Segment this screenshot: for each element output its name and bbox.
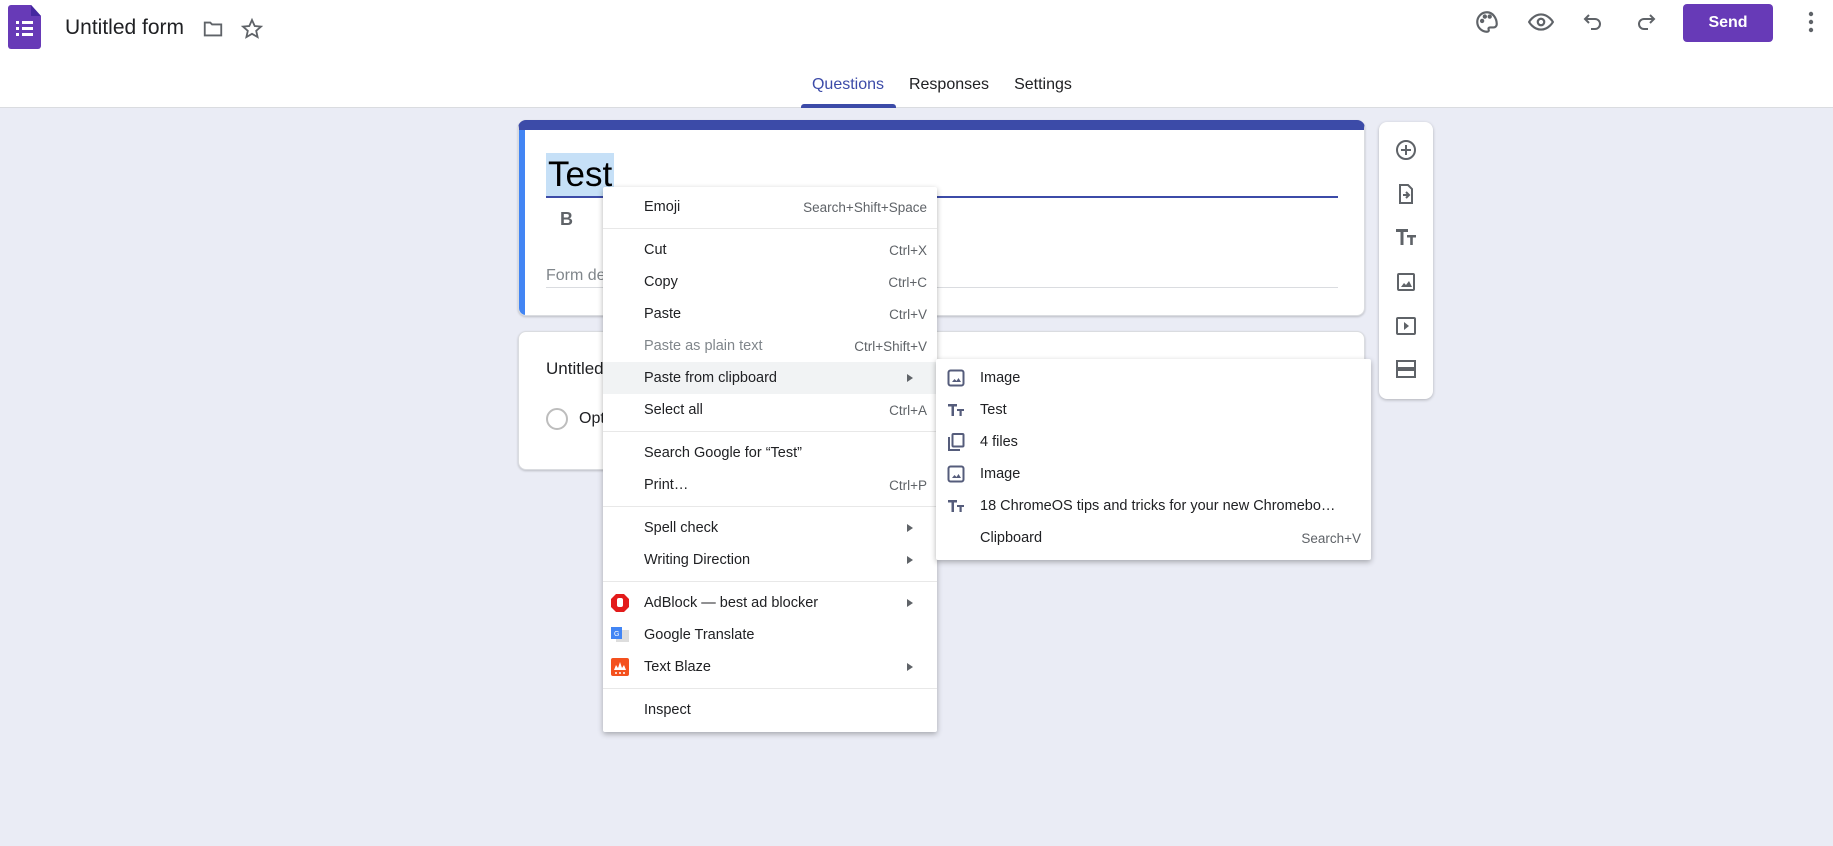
context-menu: Emoji Search+Shift+Space Cut Ctrl+X Copy Ct… (603, 187, 937, 732)
submenu-arrow-icon (907, 599, 913, 607)
clipboard-open-item[interactable]: Clipboard Search+V (936, 522, 1371, 554)
menu-item-search-google[interactable]: Search Google for “Test” (603, 437, 937, 469)
menu-item-label: Writing Direction (644, 552, 751, 568)
menu-item-label: Search Google for “Test” (644, 445, 802, 461)
text-icon (948, 500, 964, 512)
menu-item-label: 4 files (980, 434, 1018, 450)
menu-item-shortcut: Ctrl+P (889, 477, 927, 493)
adblock-icon (611, 594, 629, 612)
menu-item-label: Paste (644, 306, 682, 322)
image-icon (947, 369, 965, 387)
form-title[interactable]: Untitled form (65, 16, 184, 40)
menu-item-paste-plain-text[interactable]: Paste as plain text Ctrl+Shift+V (603, 330, 937, 362)
text-blaze-icon (611, 658, 629, 676)
menu-item-label: Image (980, 370, 1021, 386)
menu-item-label: Test (980, 402, 1007, 418)
menu-separator (603, 506, 937, 507)
menu-item-print[interactable]: Print… Ctrl+P (603, 469, 937, 501)
add-title-icon[interactable] (1394, 225, 1418, 249)
menu-item-shortcut: Search+Shift+Space (803, 199, 927, 215)
menu-separator (603, 228, 937, 229)
menu-item-spell-check[interactable]: Spell check (603, 512, 937, 544)
add-question-icon[interactable] (1394, 138, 1418, 162)
menu-separator (603, 431, 937, 432)
submenu-arrow-icon (907, 663, 913, 671)
menu-item-label: Emoji (644, 199, 681, 215)
menu-item-paste-from-clipboard[interactable]: Paste from clipboard (603, 362, 937, 394)
form-description-input[interactable]: Form de (546, 267, 606, 285)
add-section-icon[interactable] (1394, 357, 1418, 381)
more-vert-icon[interactable] (1797, 8, 1825, 36)
image-icon (947, 465, 965, 483)
tab-settings[interactable]: Settings (1014, 76, 1072, 94)
send-button[interactable]: Send (1683, 4, 1773, 42)
menu-item-label: Text Blaze (644, 659, 711, 675)
menu-item-label: 18 ChromeOS tips and tricks for your new… (980, 498, 1336, 514)
submenu-arrow-icon (907, 374, 913, 382)
menu-item-emoji[interactable]: Emoji Search+Shift+Space (603, 191, 937, 223)
tab-responses[interactable]: Responses (909, 76, 989, 94)
add-video-icon[interactable] (1394, 314, 1418, 338)
preview-eye-icon[interactable] (1527, 8, 1555, 36)
menu-item-shortcut: Ctrl+A (889, 402, 927, 418)
clipboard-item[interactable]: Image (936, 362, 1371, 394)
menu-item-label: Paste from clipboard (644, 370, 777, 386)
menu-item-text-blaze[interactable]: Text Blaze (603, 651, 937, 683)
clipboard-item[interactable]: 18 ChromeOS tips and tricks for your new… (936, 490, 1371, 522)
option-radio[interactable] (546, 408, 568, 430)
menu-item-shortcut: Ctrl+C (888, 274, 927, 290)
menu-item-label: Cut (644, 242, 667, 258)
menu-item-label: Print… (644, 477, 689, 493)
palette-icon[interactable] (1473, 8, 1501, 36)
menu-item-shortcut: Ctrl+Shift+V (854, 338, 927, 354)
menu-separator (603, 581, 937, 582)
folder-icon[interactable] (199, 15, 227, 43)
menu-item-label: Spell check (644, 520, 719, 536)
menu-item-select-all[interactable]: Select all Ctrl+A (603, 394, 937, 426)
option-label[interactable]: Opt (579, 410, 605, 428)
menu-item-label: Clipboard (980, 530, 1043, 546)
menu-item-copy[interactable]: Copy Ctrl+C (603, 266, 937, 298)
forms-logo-icon[interactable] (8, 5, 41, 49)
add-image-icon[interactable] (1394, 270, 1418, 294)
clipboard-item[interactable]: Image (936, 458, 1371, 490)
question-toolbar (1379, 122, 1433, 399)
files-icon (948, 433, 965, 451)
menu-item-label: Google Translate (644, 627, 755, 643)
menu-item-google-translate[interactable]: G Google Translate (603, 619, 937, 651)
text-icon (948, 404, 964, 416)
star-icon[interactable] (238, 15, 266, 43)
undo-icon[interactable] (1579, 8, 1607, 36)
menu-item-label: Select all (644, 402, 703, 418)
menu-item-shortcut: Ctrl+V (889, 306, 927, 322)
clipboard-item[interactable]: Test (936, 394, 1371, 426)
tab-questions[interactable]: Questions (812, 76, 884, 94)
svg-text:G: G (614, 631, 619, 638)
menu-item-shortcut: Search+V (1301, 530, 1361, 546)
import-questions-icon[interactable] (1394, 182, 1418, 206)
app-header: Untitled form Send Questions Responses S… (0, 0, 1833, 108)
menu-item-writing-direction[interactable]: Writing Direction (603, 544, 937, 576)
menu-item-shortcut: Ctrl+X (889, 242, 927, 258)
question-title[interactable]: Untitled (546, 359, 604, 379)
card-focus-stripe (519, 130, 525, 315)
menu-item-label: AdBlock — best ad blocker (644, 595, 819, 611)
submenu-arrow-icon (907, 524, 913, 532)
menu-item-adblock[interactable]: AdBlock — best ad blocker (603, 587, 937, 619)
menu-item-cut[interactable]: Cut Ctrl+X (603, 234, 937, 266)
submenu-arrow-icon (907, 556, 913, 564)
menu-item-label: Paste as plain text (644, 338, 763, 354)
clipboard-submenu: Image Test 4 files Image 18 ChromeOS tip… (936, 359, 1371, 560)
redo-icon[interactable] (1632, 8, 1660, 36)
menu-item-paste[interactable]: Paste Ctrl+V (603, 298, 937, 330)
active-tab-indicator (801, 104, 896, 108)
menu-item-inspect[interactable]: Inspect (603, 694, 937, 726)
bold-button[interactable]: B (560, 209, 573, 230)
menu-item-label: Inspect (644, 702, 691, 718)
menu-item-label: Image (980, 466, 1021, 482)
menu-item-label: Copy (644, 274, 678, 290)
google-translate-icon: G (611, 627, 629, 642)
clipboard-item[interactable]: 4 files (936, 426, 1371, 458)
menu-separator (603, 688, 937, 689)
